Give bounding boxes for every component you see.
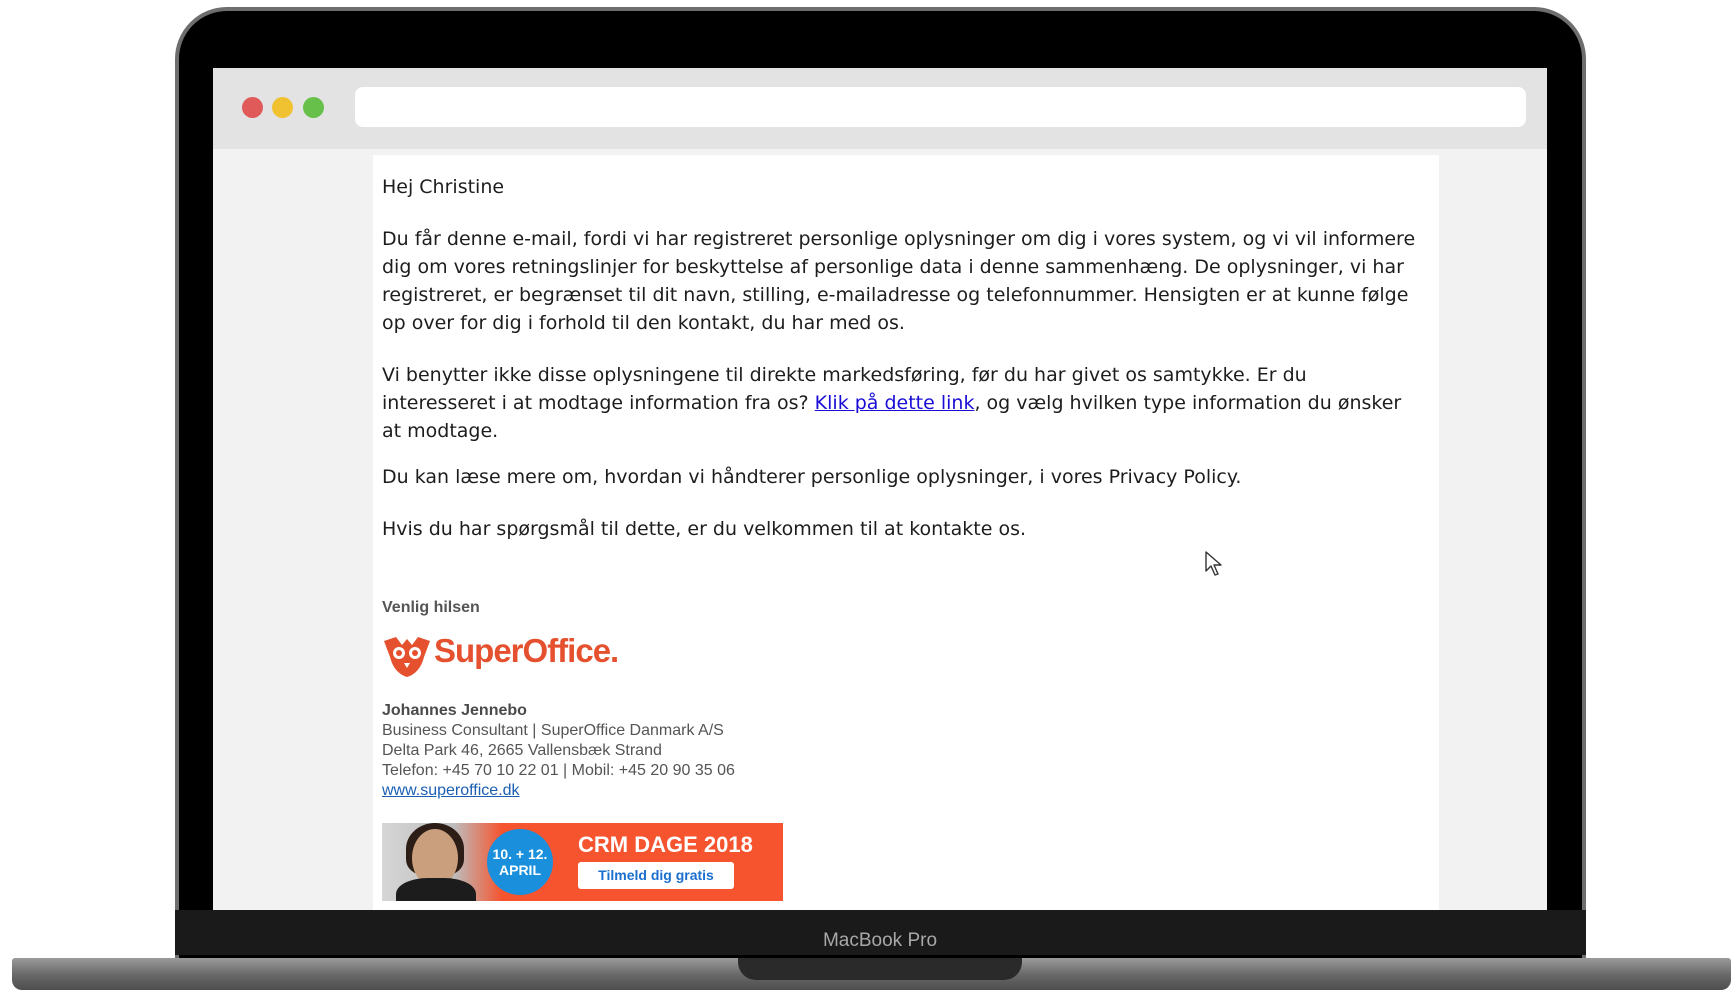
banner-title: CRM DAGE 2018: [578, 832, 753, 857]
date-badge: 10. + 12. APRIL: [487, 829, 553, 895]
banner-photo: [382, 823, 502, 901]
person-body: [396, 878, 476, 901]
close-window-button[interactable]: [242, 97, 263, 118]
consent-link[interactable]: Klik på dette link: [815, 392, 975, 414]
signature-greeting: Venlig hilsen: [382, 599, 480, 616]
owl-logo-icon: [384, 637, 430, 677]
model-label: MacBook Pro: [822, 930, 938, 951]
email-paragraph: Du får denne e-mail, fordi vi har regist…: [382, 228, 1416, 334]
email-greeting: Hej Christine: [382, 176, 505, 198]
superoffice-logo: SuperOffice.: [382, 632, 642, 683]
address-bar[interactable]: [355, 87, 1526, 127]
screen: Hej Christine Du får denne e-mail, fordi…: [213, 68, 1547, 910]
badge-date: 10. + 12.: [492, 846, 548, 862]
website-link[interactable]: www.superoffice.dk: [382, 782, 520, 799]
logo-wordmark: SuperOffice.: [434, 632, 619, 669]
signup-button[interactable]: Tilmeld dig gratis: [578, 862, 734, 889]
minimize-window-button[interactable]: [272, 97, 293, 118]
laptop-notch: [738, 958, 1022, 980]
signature-details: Johannes Jennebo Business Consultant | S…: [382, 701, 735, 801]
browser-toolbar: [213, 68, 1547, 149]
badge-month: APRIL: [499, 862, 541, 878]
email-paragraph: Hvis du har spørgsmål til dette, er du v…: [382, 518, 1027, 540]
mouse-pointer-icon: [1205, 551, 1222, 576]
email-paragraph-consent: Vi benytter ikke disse oplysningene til …: [382, 361, 1422, 445]
maximize-window-button[interactable]: [303, 97, 324, 118]
signature-phone: Telefon: +45 70 10 22 01 | Mobil: +45 20…: [382, 762, 735, 779]
signature-address: Delta Park 46, 2665 Vallensbæk Strand: [382, 742, 662, 759]
crm-event-banner[interactable]: 10. + 12. APRIL CRM DAGE 2018 Tilmeld di…: [382, 823, 783, 901]
email-body: Hej Christine Du får denne e-mail, fordi…: [373, 155, 1439, 910]
signature-title: Business Consultant | SuperOffice Danmar…: [382, 722, 724, 739]
signature-name: Johannes Jennebo: [382, 702, 527, 719]
email-paragraph: Du kan læse mere om, hvordan vi håndtere…: [382, 466, 1242, 488]
